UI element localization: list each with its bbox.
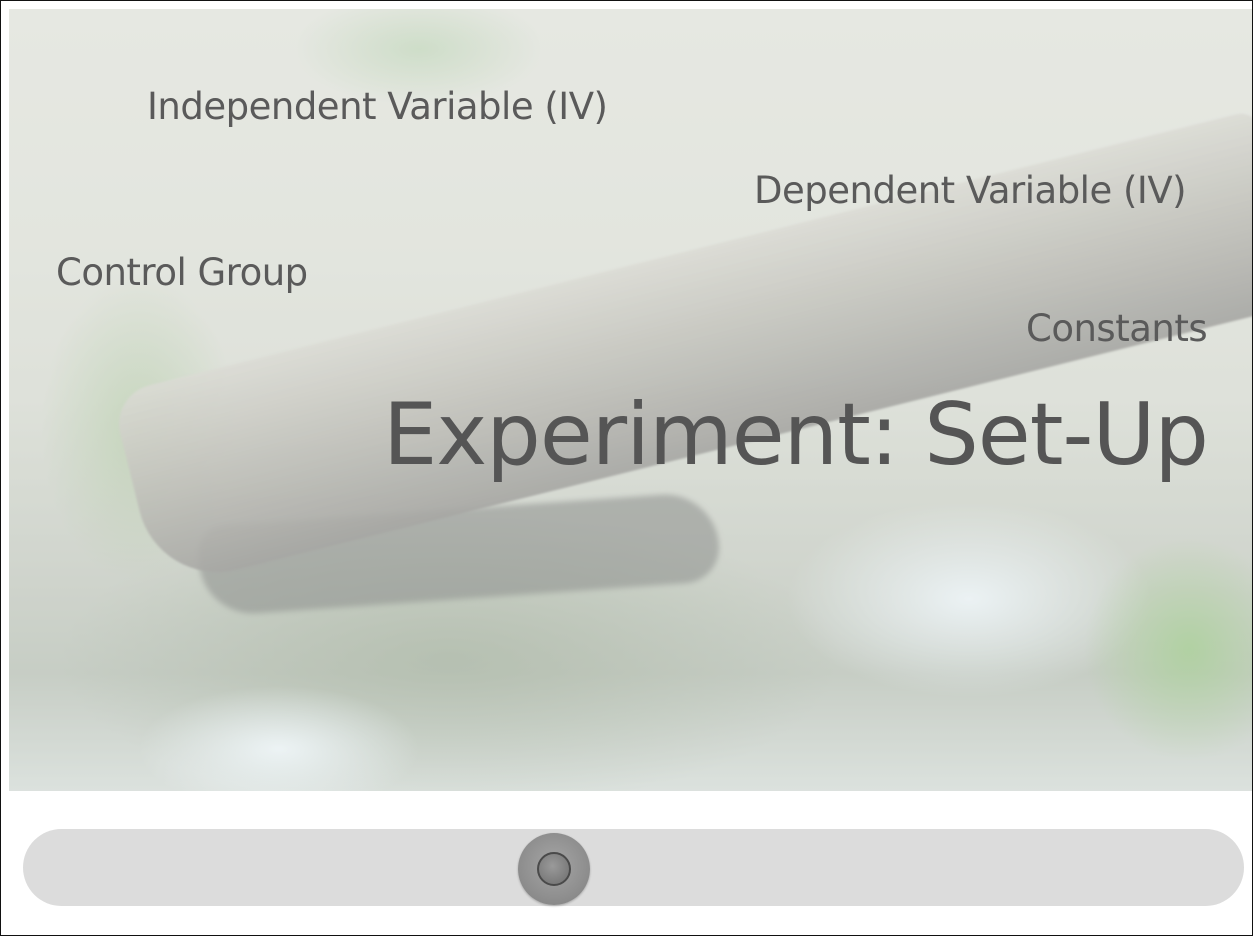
constants-label[interactable]: Constants — [1026, 307, 1208, 350]
timeline-slider-track[interactable] — [23, 829, 1244, 906]
app-frame: Independent Variable (IV) Dependent Vari… — [0, 0, 1253, 936]
control-group-label[interactable]: Control Group — [56, 251, 308, 294]
slider-knob-center — [537, 852, 571, 886]
slider-knob[interactable] — [518, 833, 590, 905]
slide-title: Experiment: Set-Up — [383, 385, 1209, 485]
independent-variable-label[interactable]: Independent Variable (IV) — [147, 85, 608, 128]
slide-background-image: Independent Variable (IV) Dependent Vari… — [9, 9, 1252, 791]
dependent-variable-label[interactable]: Dependent Variable (IV) — [754, 169, 1187, 212]
